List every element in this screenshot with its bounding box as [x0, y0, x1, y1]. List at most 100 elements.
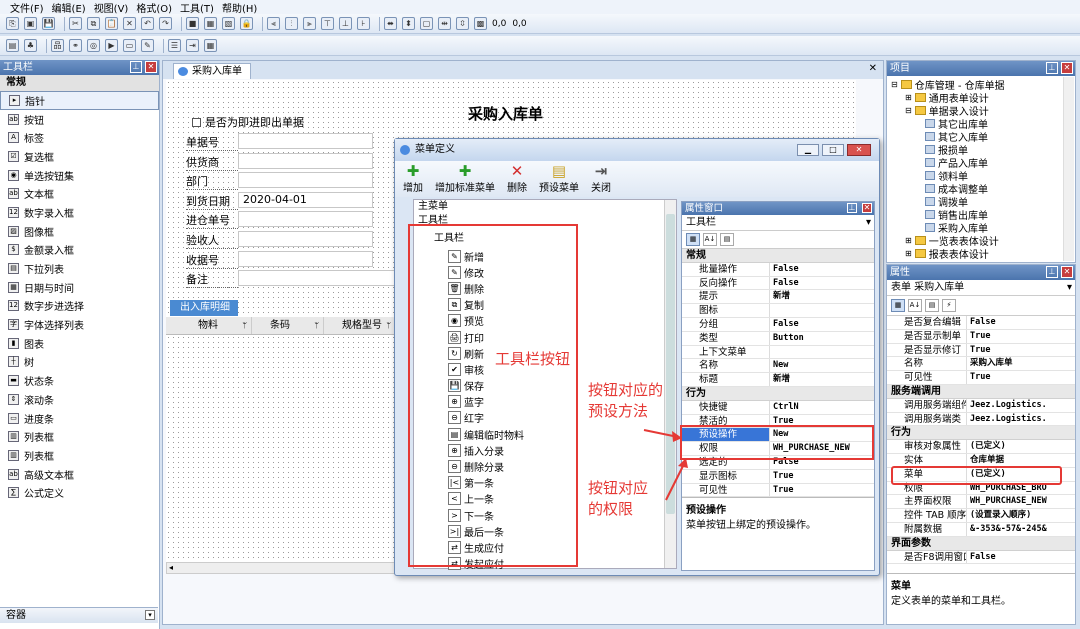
- toolbar-run-icon[interactable]: ▶: [105, 39, 118, 52]
- project-node[interactable]: ⊞ 报表表体设计: [891, 247, 1071, 261]
- property-row[interactable]: 上下文菜单: [682, 345, 874, 360]
- same-size-icon[interactable]: ▢: [420, 17, 433, 30]
- field-input[interactable]: [238, 211, 373, 228]
- events-icon[interactable]: ⚡: [942, 299, 956, 312]
- open-icon[interactable]: ▣: [24, 17, 37, 30]
- copy-icon[interactable]: ⧉: [87, 17, 100, 30]
- undo-icon[interactable]: ↶: [141, 17, 154, 30]
- property-row[interactable]: 附属数据 &-353&-57&-245&: [887, 522, 1075, 537]
- menu-item-4[interactable]: 工具(T): [180, 0, 214, 15]
- property-value[interactable]: True: [967, 330, 1075, 343]
- toolbox-item[interactable]: ▦ 日期与时间: [0, 278, 159, 297]
- property-value[interactable]: 新增: [770, 290, 874, 303]
- expand-icon[interactable]: ⊞: [905, 236, 912, 245]
- pin-icon[interactable]: ⊥: [1046, 266, 1058, 278]
- property-value[interactable]: CtrlN: [770, 401, 874, 414]
- property-value[interactable]: Button: [770, 332, 874, 345]
- property-value[interactable]: Jeez.Logistics.: [967, 413, 1075, 426]
- property-row[interactable]: 是否显示修订 True: [887, 343, 1075, 358]
- toolbar-table-icon[interactable]: ▦: [204, 39, 217, 52]
- property-row[interactable]: 显示图标 True: [682, 469, 874, 484]
- menu-item-5[interactable]: 帮助(H): [222, 0, 257, 15]
- property-row[interactable]: 是否复合编辑 False: [887, 316, 1075, 330]
- alphabetical-icon[interactable]: A↓: [908, 299, 922, 312]
- property-pages-icon[interactable]: ▤: [925, 299, 939, 312]
- dialog-btn-4[interactable]: ⇥ 关闭: [591, 163, 611, 194]
- collapse-icon[interactable]: ⊟: [891, 80, 898, 89]
- property-row[interactable]: 审核对象属性 (已定义): [887, 440, 1075, 454]
- tab-purchase-receipt[interactable]: 采购入库单: [173, 63, 251, 79]
- pin-icon[interactable]: ᛘ: [242, 317, 247, 335]
- close-icon[interactable]: ✕: [145, 61, 157, 73]
- pin-icon[interactable]: ᛘ: [386, 317, 391, 335]
- column-header[interactable]: 物料 ᛘ: [180, 317, 252, 334]
- toolbox-item[interactable]: ▤ 下拉列表: [0, 259, 159, 278]
- space-v-icon[interactable]: ⇳: [456, 17, 469, 30]
- field-input[interactable]: 2020-04-01: [238, 191, 373, 208]
- property-value[interactable]: True: [770, 470, 874, 483]
- dialog-btn-0[interactable]: ✚ 增加: [403, 163, 423, 194]
- align-center-icon[interactable]: ⫶: [285, 17, 298, 30]
- property-category[interactable]: 界面参数: [887, 536, 1075, 551]
- field-input[interactable]: [238, 152, 373, 169]
- property-row[interactable]: 名称 采购入库单: [887, 357, 1075, 372]
- toolbar-menu-icon[interactable]: ▤: [6, 39, 19, 52]
- chevron-down-icon[interactable]: ▾: [1067, 280, 1072, 295]
- toolbox-item[interactable]: 字字体选择列表: [0, 315, 159, 334]
- property-value[interactable]: True: [967, 344, 1075, 357]
- categorized-icon[interactable]: ▦: [686, 233, 700, 246]
- property-row[interactable]: 可见性 True: [887, 371, 1075, 385]
- lock-icon[interactable]: 🔒: [240, 17, 253, 30]
- property-value[interactable]: Jeez.Logistics.: [967, 399, 1075, 412]
- property-row[interactable]: 调用服务端类 Jeez.Logistics.: [887, 412, 1075, 427]
- toolbox-item[interactable]: ▥ 列表框: [0, 446, 159, 465]
- toolbox-item[interactable]: ▥ 列表框: [0, 427, 159, 446]
- toolbox-item[interactable]: ⇕ 滚动条: [0, 390, 159, 409]
- toolbox-item[interactable]: ▨ 图像框: [0, 222, 159, 241]
- toolbox-item[interactable]: ▭ 进度条: [0, 409, 159, 428]
- align-middle-icon[interactable]: ⊥: [339, 17, 352, 30]
- grid-icon[interactable]: ▦: [204, 17, 217, 30]
- property-category[interactable]: 行为: [887, 426, 1075, 441]
- toolbar-tree-icon[interactable]: ♣: [24, 39, 37, 52]
- property-value[interactable]: [770, 304, 874, 317]
- form-horizontal-scrollbar[interactable]: ◂: [166, 562, 396, 574]
- align-left-icon[interactable]: ⫷: [267, 17, 280, 30]
- dialog-btn-1[interactable]: ✚ 增加标准菜单: [435, 163, 495, 194]
- toolbox-item[interactable]: ∑ 公式定义: [0, 483, 159, 502]
- property-value[interactable]: True: [770, 484, 874, 497]
- project-node[interactable]: 成本调整单: [891, 182, 1071, 196]
- expand-icon[interactable]: ⊞: [905, 93, 912, 102]
- property-category[interactable]: 服务端调用: [887, 384, 1075, 399]
- close-icon[interactable]: ✕: [862, 203, 872, 213]
- align-top-icon[interactable]: ⊤: [321, 17, 334, 30]
- align-right-icon[interactable]: ⫸: [303, 17, 316, 30]
- toolbox-item[interactable]: ▸ 指针: [0, 91, 159, 110]
- pin-icon[interactable]: ⊥: [1046, 62, 1058, 74]
- toolbar-link-icon[interactable]: ⚭: [69, 39, 82, 52]
- paste-icon[interactable]: 📋: [105, 17, 118, 30]
- menu-item-3[interactable]: 格式(O): [136, 0, 172, 15]
- delete-icon[interactable]: ✕: [123, 17, 136, 30]
- property-value[interactable]: True: [967, 371, 1075, 384]
- properties-object-select[interactable]: 工具栏 ▾: [682, 215, 874, 231]
- property-row[interactable]: 控件 TAB 顺序 (设置录入顺序): [887, 509, 1075, 523]
- menu-item-2[interactable]: 视图(V): [94, 0, 129, 15]
- toolbox-item[interactable]: ▬ 状态条: [0, 371, 159, 390]
- property-row[interactable]: 调用服务端组件 Jeez.Logistics.: [887, 398, 1075, 413]
- new-icon[interactable]: ⎘: [6, 17, 19, 30]
- field-input[interactable]: [238, 250, 373, 267]
- pin-icon[interactable]: ⊥: [130, 61, 142, 73]
- toolbar-preview-icon[interactable]: ◎: [87, 39, 100, 52]
- toolbox-item[interactable]: ◉ 单选按钮集: [0, 166, 159, 185]
- close-document-icon[interactable]: ✕: [869, 63, 877, 74]
- toolbox-item[interactable]: 12 数字录入框: [0, 203, 159, 222]
- property-value[interactable]: &-353&-57&-245&: [967, 523, 1075, 536]
- toolbox-item[interactable]: 12 数字步进选择: [0, 297, 159, 316]
- column-header[interactable]: 条码 ᛘ: [252, 317, 324, 334]
- property-value[interactable]: [770, 346, 874, 359]
- snap-icon[interactable]: ▧: [222, 17, 235, 30]
- toolbox-item[interactable]: ab 按钮: [0, 110, 159, 129]
- property-row[interactable]: 标题 新增: [682, 373, 874, 387]
- minimize-icon[interactable]: ▁: [797, 144, 819, 156]
